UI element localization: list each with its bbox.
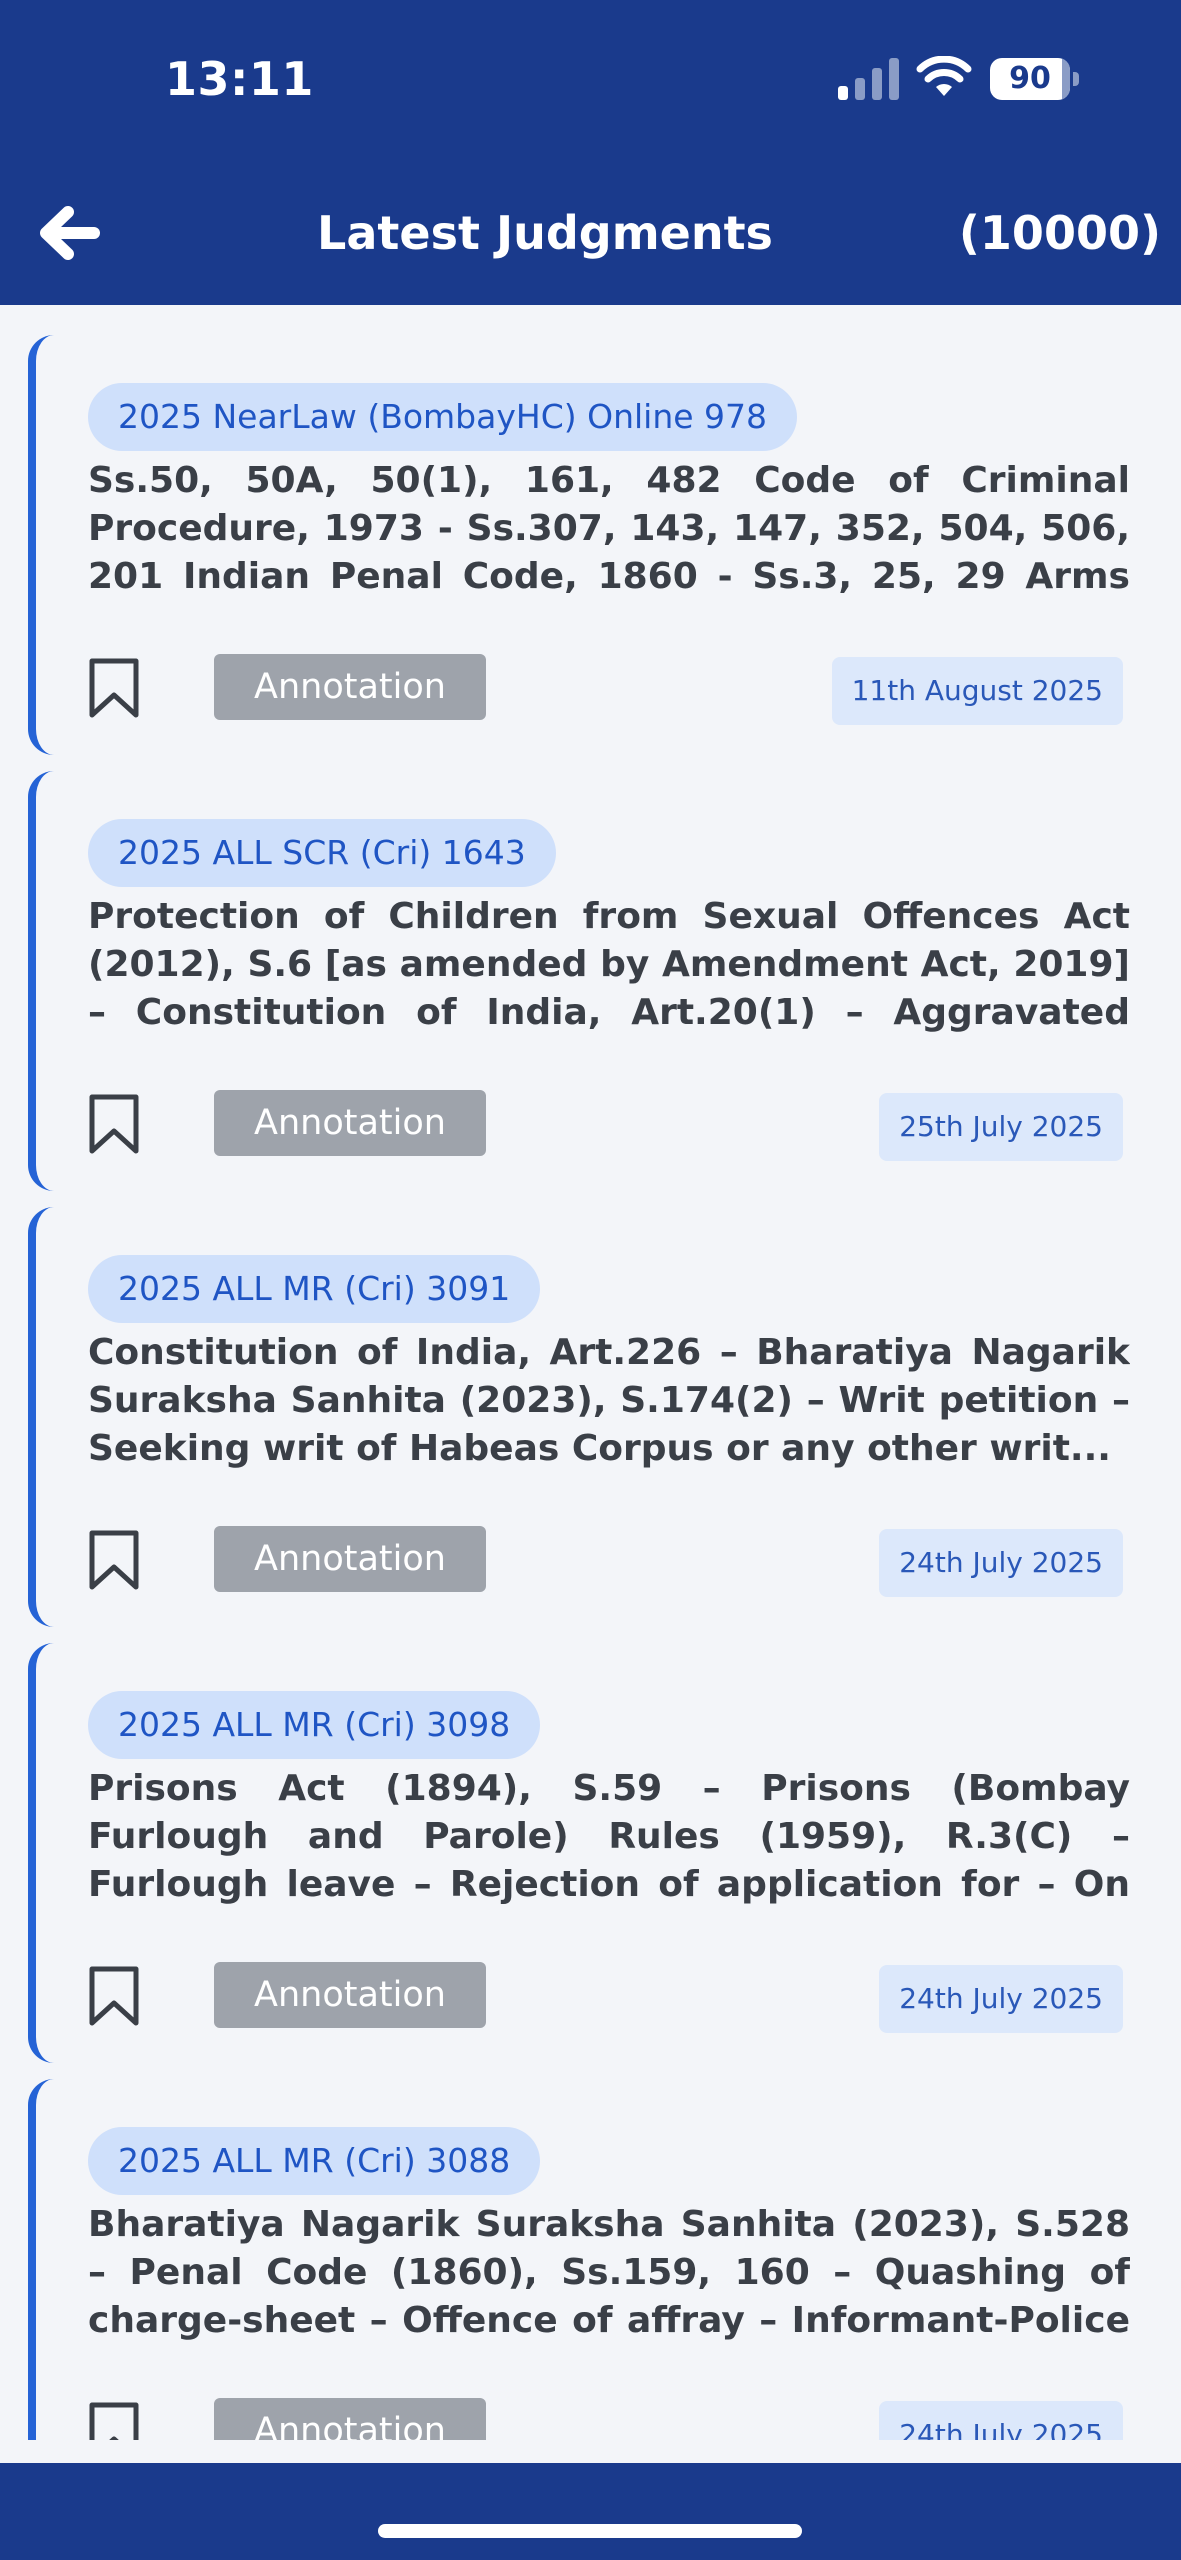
annotation-button[interactable]: Annotation	[214, 1962, 486, 2028]
battery-body: 90	[990, 58, 1070, 100]
judgment-summary[interactable]: Protection of Children from Sexual Offen…	[88, 893, 1130, 1037]
status-time: 13:11	[165, 52, 314, 106]
battery-percent: 90	[1009, 61, 1051, 96]
home-indicator[interactable]	[378, 2524, 802, 2538]
judgment-summary[interactable]: Prisons Act (1894), S.59 – Prisons (Bomb…	[88, 1765, 1130, 1909]
citation-chip[interactable]: 2025 NearLaw (BombayHC) Online 978	[88, 383, 798, 451]
cellular-signal-icon	[838, 58, 899, 100]
judgment-card[interactable]: 2025 ALL MR (Cri) 3091 Constitution of I…	[28, 1207, 1181, 1627]
bookmark-icon[interactable]	[88, 1529, 140, 1591]
judgment-date: 24th July 2025	[879, 1965, 1123, 2033]
judgment-card[interactable]: 2025 NearLaw (BombayHC) Online 978 Ss.50…	[28, 335, 1181, 755]
judgment-date: 24th July 2025	[879, 2401, 1123, 2440]
bookmark-icon[interactable]	[88, 657, 140, 719]
bookmark-icon[interactable]	[88, 1093, 140, 1155]
judgment-card[interactable]: 2025 ALL MR (Cri) 3098 Prisons Act (1894…	[28, 1643, 1181, 2063]
annotation-button[interactable]: Annotation	[214, 1090, 486, 1156]
judgment-date: 11th August 2025	[831, 657, 1123, 725]
judgment-count: (10000)	[958, 206, 1161, 260]
annotation-button[interactable]: Annotation	[214, 1526, 486, 1592]
judgment-card[interactable]: 2025 ALL SCR (Cri) 1643 Protection of Ch…	[28, 771, 1181, 1191]
citation-chip[interactable]: 2025 ALL SCR (Cri) 1643	[88, 819, 556, 887]
page-title: Latest Judgments	[317, 206, 773, 260]
app-header: 13:11 90 Latest Judgments (10000)	[0, 0, 1181, 305]
bookmark-icon[interactable]	[88, 2401, 140, 2440]
battery-tip	[1073, 72, 1079, 86]
judgment-date: 25th July 2025	[879, 1093, 1123, 1161]
bookmark-icon[interactable]	[88, 1965, 140, 2027]
citation-chip[interactable]: 2025 ALL MR (Cri) 3091	[88, 1255, 541, 1323]
citation-chip[interactable]: 2025 ALL MR (Cri) 3098	[88, 1691, 541, 1759]
citation-chip[interactable]: 2025 ALL MR (Cri) 3088	[88, 2127, 541, 2195]
wifi-icon	[916, 56, 972, 96]
judgment-date: 24th July 2025	[879, 1529, 1123, 1597]
judgment-summary[interactable]: Constitution of India, Art.226 – Bharati…	[88, 1329, 1130, 1473]
judgment-summary[interactable]: Bharatiya Nagarik Suraksha Sanhita (2023…	[88, 2201, 1130, 2345]
judgment-summary[interactable]: Ss.50, 50A, 50(1), 161, 482 Code of Crim…	[88, 457, 1130, 601]
judgment-list[interactable]: 2025 NearLaw (BombayHC) Online 978 Ss.50…	[0, 305, 1181, 2440]
bottom-bar	[0, 2463, 1181, 2560]
annotation-button[interactable]: Annotation	[214, 2398, 486, 2440]
battery-icon: 90	[990, 58, 1080, 100]
judgment-card[interactable]: 2025 ALL MR (Cri) 3088 Bharatiya Nagarik…	[28, 2079, 1181, 2440]
annotation-button[interactable]: Annotation	[214, 654, 486, 720]
